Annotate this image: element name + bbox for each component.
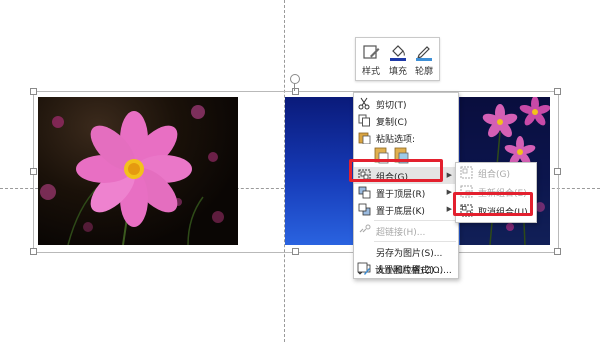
resize-handle-top-right[interactable]	[554, 88, 561, 95]
format-picture-icon	[357, 262, 370, 275]
menu-separator	[374, 220, 456, 221]
menu-separator	[374, 241, 456, 242]
send-to-back-icon	[358, 203, 371, 216]
resize-handle-bottom-left[interactable]	[30, 248, 37, 255]
style-button[interactable]: 样式	[358, 40, 384, 78]
menu-item-bring-to-front[interactable]: 置于顶层(R) ▶	[354, 184, 458, 201]
paste-icon	[358, 132, 371, 144]
submenu-item-group: 组合(G)	[456, 164, 536, 182]
rotation-handle-stem	[294, 83, 295, 91]
submenu-arrow-icon: ▶	[446, 188, 452, 196]
submenu-arrow-icon: ▶	[446, 205, 452, 213]
menu-item-send-to-back[interactable]: 置于底层(K) ▶	[354, 201, 458, 218]
hyperlink-icon	[359, 224, 371, 233]
fill-button[interactable]: 填充	[385, 40, 411, 78]
style-label: 样式	[361, 67, 380, 77]
mini-toolbar: 样式 填充 轮廓	[355, 37, 440, 81]
shape-style-icon	[363, 45, 380, 59]
menu-item-label: 另存为图片(S)...	[376, 249, 443, 259]
menu-item-label: 置于顶层(R)	[376, 190, 426, 200]
context-menu: 剪切(T) 复制(C) 粘贴选项: 组合(G) ▶ 置于顶层(R) ▶ 置于底层…	[353, 92, 459, 279]
outline-label: 轮廓	[414, 67, 433, 77]
outline-button[interactable]: 轮廓	[411, 40, 437, 78]
menu-item-label: 复制(C)	[376, 118, 408, 128]
menu-item-copy[interactable]: 复制(C)	[354, 112, 458, 129]
paint-bucket-icon	[390, 45, 406, 61]
menu-item-label: 粘贴选项:	[376, 135, 416, 145]
highlight-group-item	[349, 159, 443, 182]
resize-handle-middle-left[interactable]	[30, 168, 37, 175]
menu-item-cut[interactable]: 剪切(T)	[354, 95, 458, 112]
group-icon	[460, 166, 473, 179]
submenu-arrow-icon: ▶	[446, 171, 452, 179]
menu-item-label: 剪切(T)	[376, 101, 407, 111]
menu-item-hyperlink: 超链接(H)...	[354, 222, 458, 239]
resize-handle-top-left[interactable]	[30, 88, 37, 95]
resize-handle-middle-right[interactable]	[554, 168, 561, 175]
fill-label: 填充	[388, 67, 407, 77]
resize-handle-bottom-middle[interactable]	[292, 248, 299, 255]
menu-item-label: 超链接(H)...	[376, 228, 426, 238]
highlight-ungroup-item	[453, 192, 533, 216]
rotation-handle[interactable]	[290, 74, 300, 84]
bring-to-front-icon	[358, 186, 371, 199]
submenu-item-label: 组合(G)	[478, 170, 510, 180]
menu-item-save-as-picture[interactable]: 另存为图片(S)...	[354, 243, 458, 260]
resize-handle-bottom-right[interactable]	[554, 248, 561, 255]
menu-item-format-picture[interactable]: 设置图片格式(O)...	[353, 260, 457, 277]
menu-item-label: 设置图片格式(O)...	[375, 266, 452, 276]
scissors-icon	[358, 97, 370, 110]
menu-item-label: 置于底层(K)	[376, 207, 425, 217]
menu-item-paste-options: 粘贴选项:	[354, 129, 458, 146]
pen-outline-icon	[416, 46, 432, 61]
copy-icon	[358, 114, 370, 127]
